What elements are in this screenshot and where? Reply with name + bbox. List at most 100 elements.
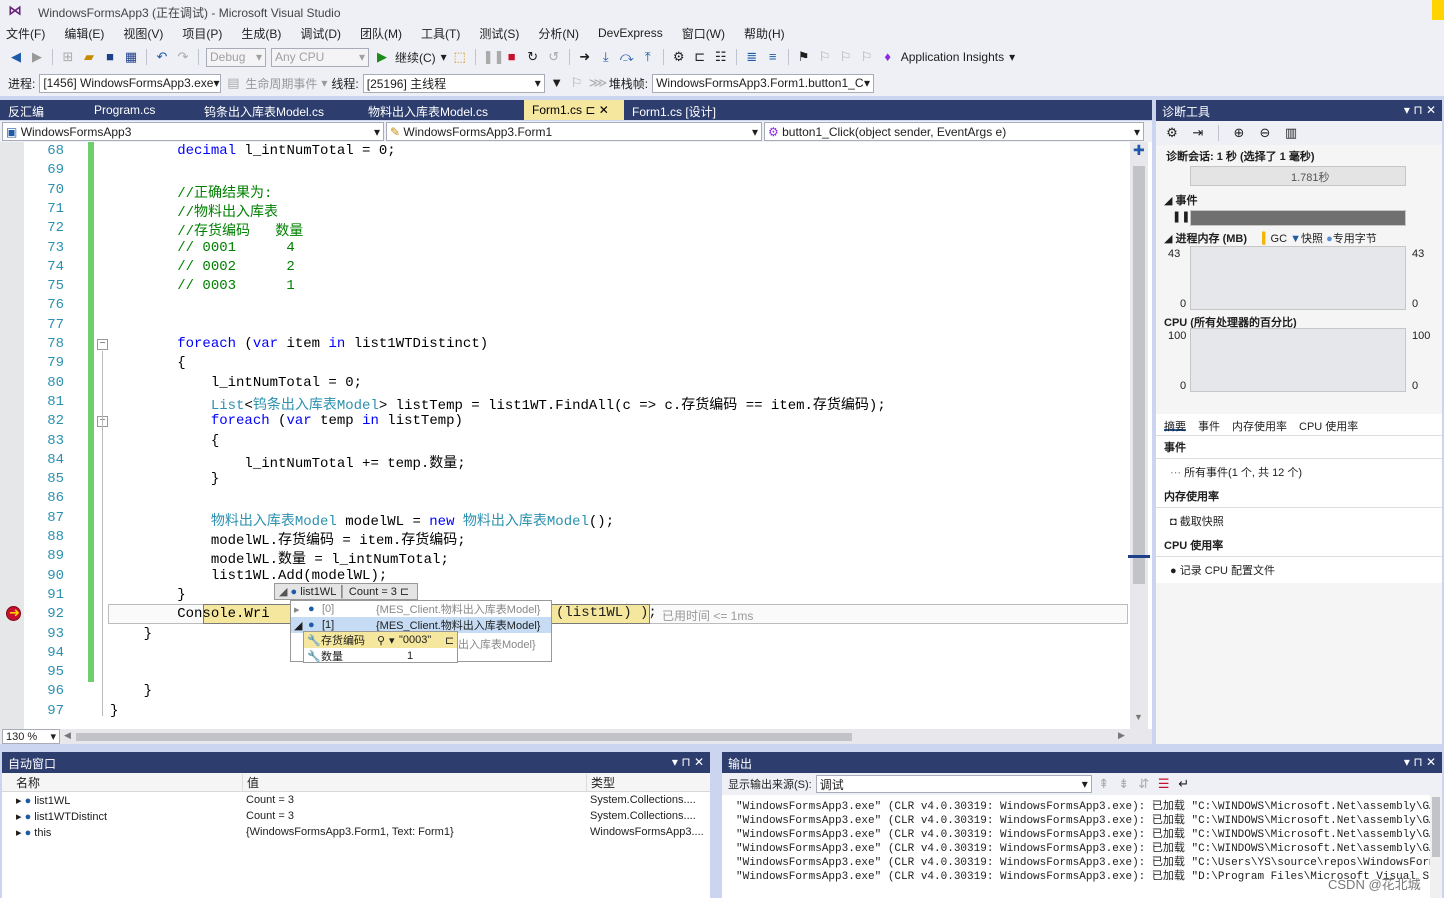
expand-icon[interactable]: ▸ <box>16 795 25 807</box>
all-events-link[interactable]: ⋯ 所有事件(1 个, 共 12 个) <box>1156 459 1442 485</box>
comment-icon[interactable]: ≣ <box>744 49 760 65</box>
horizontal-scroll-thumb[interactable] <box>76 733 852 741</box>
datatip-child[interactable]: 🔧 存货编码 ⚲ ▾ "0003" ⊏ 🔧 数量 1 <box>303 631 458 663</box>
diag-tab-3[interactable]: CPU 使用率 <box>1299 418 1358 433</box>
menu-item-10[interactable]: DevExpress <box>598 26 663 40</box>
col-name[interactable]: 名称 <box>2 774 242 791</box>
diag-tab-2[interactable]: 内存使用率 <box>1232 418 1287 433</box>
menu-item-6[interactable]: 团队(M) <box>360 25 402 42</box>
stack-frame-select[interactable]: WindowsFormsApp3.Form1.button1_C ▾ <box>652 73 875 93</box>
tab-5[interactable]: Form1.cs [设计] <box>624 100 716 120</box>
menu-item-7[interactable]: 工具(T) <box>421 25 460 42</box>
tab-2[interactable]: 钨条出入库表Model.cs <box>196 100 360 120</box>
diagnostics-icon[interactable]: ⚙ <box>671 49 687 65</box>
open-file-icon[interactable]: ▰ <box>81 49 97 65</box>
tab-4[interactable]: Form1.cs ⊏ ✕ <box>524 100 624 120</box>
memory-graph[interactable] <box>1190 246 1406 310</box>
show-next-statement-icon[interactable]: ➜ <box>577 49 593 65</box>
back-icon[interactable]: ◀ <box>8 49 24 65</box>
goto-next-icon[interactable]: ⇟ <box>1116 776 1132 792</box>
save-all-icon[interactable]: ▦ <box>123 49 139 65</box>
autos-row[interactable]: ▸ ● list1WL Count = 3 System.Collections..… <box>2 792 710 808</box>
col-value[interactable]: 值 <box>242 773 586 791</box>
take-snapshot-button[interactable]: ◘ 截取快照 <box>1156 508 1442 534</box>
menu-item-4[interactable]: 生成(B) <box>241 25 281 42</box>
lifecycle-button[interactable]: 生命周期事件 <box>245 75 317 92</box>
tab-close-icon[interactable]: ⊏ ✕ <box>582 103 608 117</box>
panel-controls[interactable]: ▾ ⊓ ✕ <box>1404 103 1436 118</box>
tab-1[interactable]: Program.cs <box>86 100 196 120</box>
zoom-in-icon[interactable]: ⊕ <box>1231 125 1247 141</box>
zoom-out-icon[interactable]: ⊖ <box>1257 125 1273 141</box>
class-select[interactable]: ✎ WindowsFormsApp3.Form1 ▾ <box>386 122 762 141</box>
panel-controls[interactable]: ▾ ⊓ ✕ <box>672 755 704 770</box>
datatip-prop-code[interactable]: 🔧 存货编码 ⚲ ▾ "0003" ⊏ <box>304 632 457 648</box>
menu-item-11[interactable]: 窗口(W) <box>682 25 725 42</box>
pin-icon[interactable]: ⊏ <box>445 634 454 647</box>
clear-all-icon[interactable]: ☰ <box>1156 776 1172 792</box>
menu-item-12[interactable]: 帮助(H) <box>744 25 785 42</box>
goto-prev-icon[interactable]: ⇞ <box>1096 776 1112 792</box>
scroll-thumb[interactable] <box>1133 166 1145 584</box>
uncomment-icon[interactable]: ≡ <box>765 49 781 65</box>
tab-0[interactable]: 反汇编 <box>0 100 86 120</box>
vertical-scrollbar[interactable]: ✚ ▼ <box>1130 142 1148 729</box>
pause-icon[interactable]: ❚❚ <box>483 49 505 65</box>
step-over-icon[interactable]: ⤼ <box>619 49 635 65</box>
find-icon[interactable]: ⇵ <box>1136 776 1152 792</box>
process-select[interactable]: [1456] WindowsFormsApp3.exe ▾ <box>39 73 222 93</box>
col-type[interactable]: 类型 <box>586 773 615 791</box>
expand-icon[interactable]: ▸ <box>16 811 25 823</box>
platform-select[interactable]: Any CPU ▾ <box>271 47 369 67</box>
forward-icon[interactable]: ▶ <box>29 49 45 65</box>
breakpoint-margin[interactable] <box>0 142 24 729</box>
member-select[interactable]: ⚙ button1_Click(object sender, EventArgs… <box>764 122 1144 141</box>
record-cpu-button[interactable]: ● 记录 CPU 配置文件 <box>1156 557 1442 583</box>
undo-icon[interactable]: ↶ <box>154 49 170 65</box>
autos-row[interactable]: ▸ ● list1WTDistinct Count = 3 System.Colle… <box>2 808 710 824</box>
datatip-header[interactable]: ◢ ● list1WL │ Count = 3 ⊏ <box>274 583 418 600</box>
save-icon[interactable]: ■ <box>102 49 118 65</box>
tab-3[interactable]: 物料出入库表Model.cs <box>360 100 524 120</box>
pin-icon[interactable]: ⊏ <box>400 586 409 598</box>
step-out-icon[interactable]: ⤒ <box>640 49 656 65</box>
clear-bookmark-icon[interactable]: ⚐ <box>859 49 875 65</box>
menu-item-5[interactable]: 调试(D) <box>300 25 341 42</box>
flag-icon[interactable]: ⚐ <box>569 75 585 91</box>
bookmark-icon[interactable]: ⚑ <box>796 49 812 65</box>
settings-icon[interactable]: ⚙ <box>1164 125 1180 141</box>
events-track[interactable] <box>1190 210 1406 226</box>
project-select[interactable]: ▣ WindowsFormsApp3 ▾ <box>2 122 384 141</box>
menu-item-9[interactable]: 分析(N) <box>538 25 579 42</box>
menu-item-8[interactable]: 测试(S) <box>479 25 519 42</box>
menu-item-3[interactable]: 项目(P) <box>182 25 222 42</box>
cpu-graph[interactable] <box>1190 328 1406 392</box>
menu-item-0[interactable]: 文件(F) <box>6 25 45 42</box>
step-into-icon[interactable]: ⤓ <box>598 49 614 65</box>
menu-item-1[interactable]: 编辑(E) <box>64 25 104 42</box>
new-project-icon[interactable]: ⊞ <box>60 49 76 65</box>
menu-item-2[interactable]: 视图(V) <box>123 25 163 42</box>
diag-tab-0[interactable]: 摘要 <box>1164 418 1186 433</box>
restart-icon[interactable]: ↻ <box>525 49 541 65</box>
chart-icon[interactable]: ▥ <box>1283 125 1299 141</box>
zoom-select[interactable]: 130 % ▾ <box>2 729 60 744</box>
breakpoint-arrow-icon[interactable]: ➜ <box>6 605 21 621</box>
scroll-left-icon[interactable]: ◀ <box>64 730 71 741</box>
prev-bookmark-icon[interactable]: ⚐ <box>817 49 833 65</box>
export-icon[interactable]: ⇥ <box>1190 125 1206 141</box>
continue-button[interactable]: 继续(C) <box>395 49 436 66</box>
threads-icon[interactable]: ⋙ <box>589 75 608 91</box>
output-text[interactable]: "WindowsFormsApp3.exe" (CLR v4.0.30319: … <box>722 795 1432 898</box>
next-bookmark-icon[interactable]: ⚐ <box>838 49 854 65</box>
thread-select[interactable]: [25196] 主线程 ▾ <box>362 73 545 93</box>
magnify-icon[interactable]: ⚲ <box>377 634 389 647</box>
hot-reload-icon[interactable]: ↺ <box>546 49 562 65</box>
output-scrollbar[interactable] <box>1430 795 1442 898</box>
config-select[interactable]: Debug ▾ <box>206 47 266 67</box>
thread-icon[interactable]: ⊏ <box>692 49 708 65</box>
scroll-down-icon[interactable]: ▼ <box>1134 712 1143 722</box>
split-icon[interactable]: ✚ <box>1133 142 1145 159</box>
diag-tab-1[interactable]: 事件 <box>1198 418 1220 433</box>
timeline-ruler[interactable]: 1.781秒 <box>1190 166 1406 186</box>
